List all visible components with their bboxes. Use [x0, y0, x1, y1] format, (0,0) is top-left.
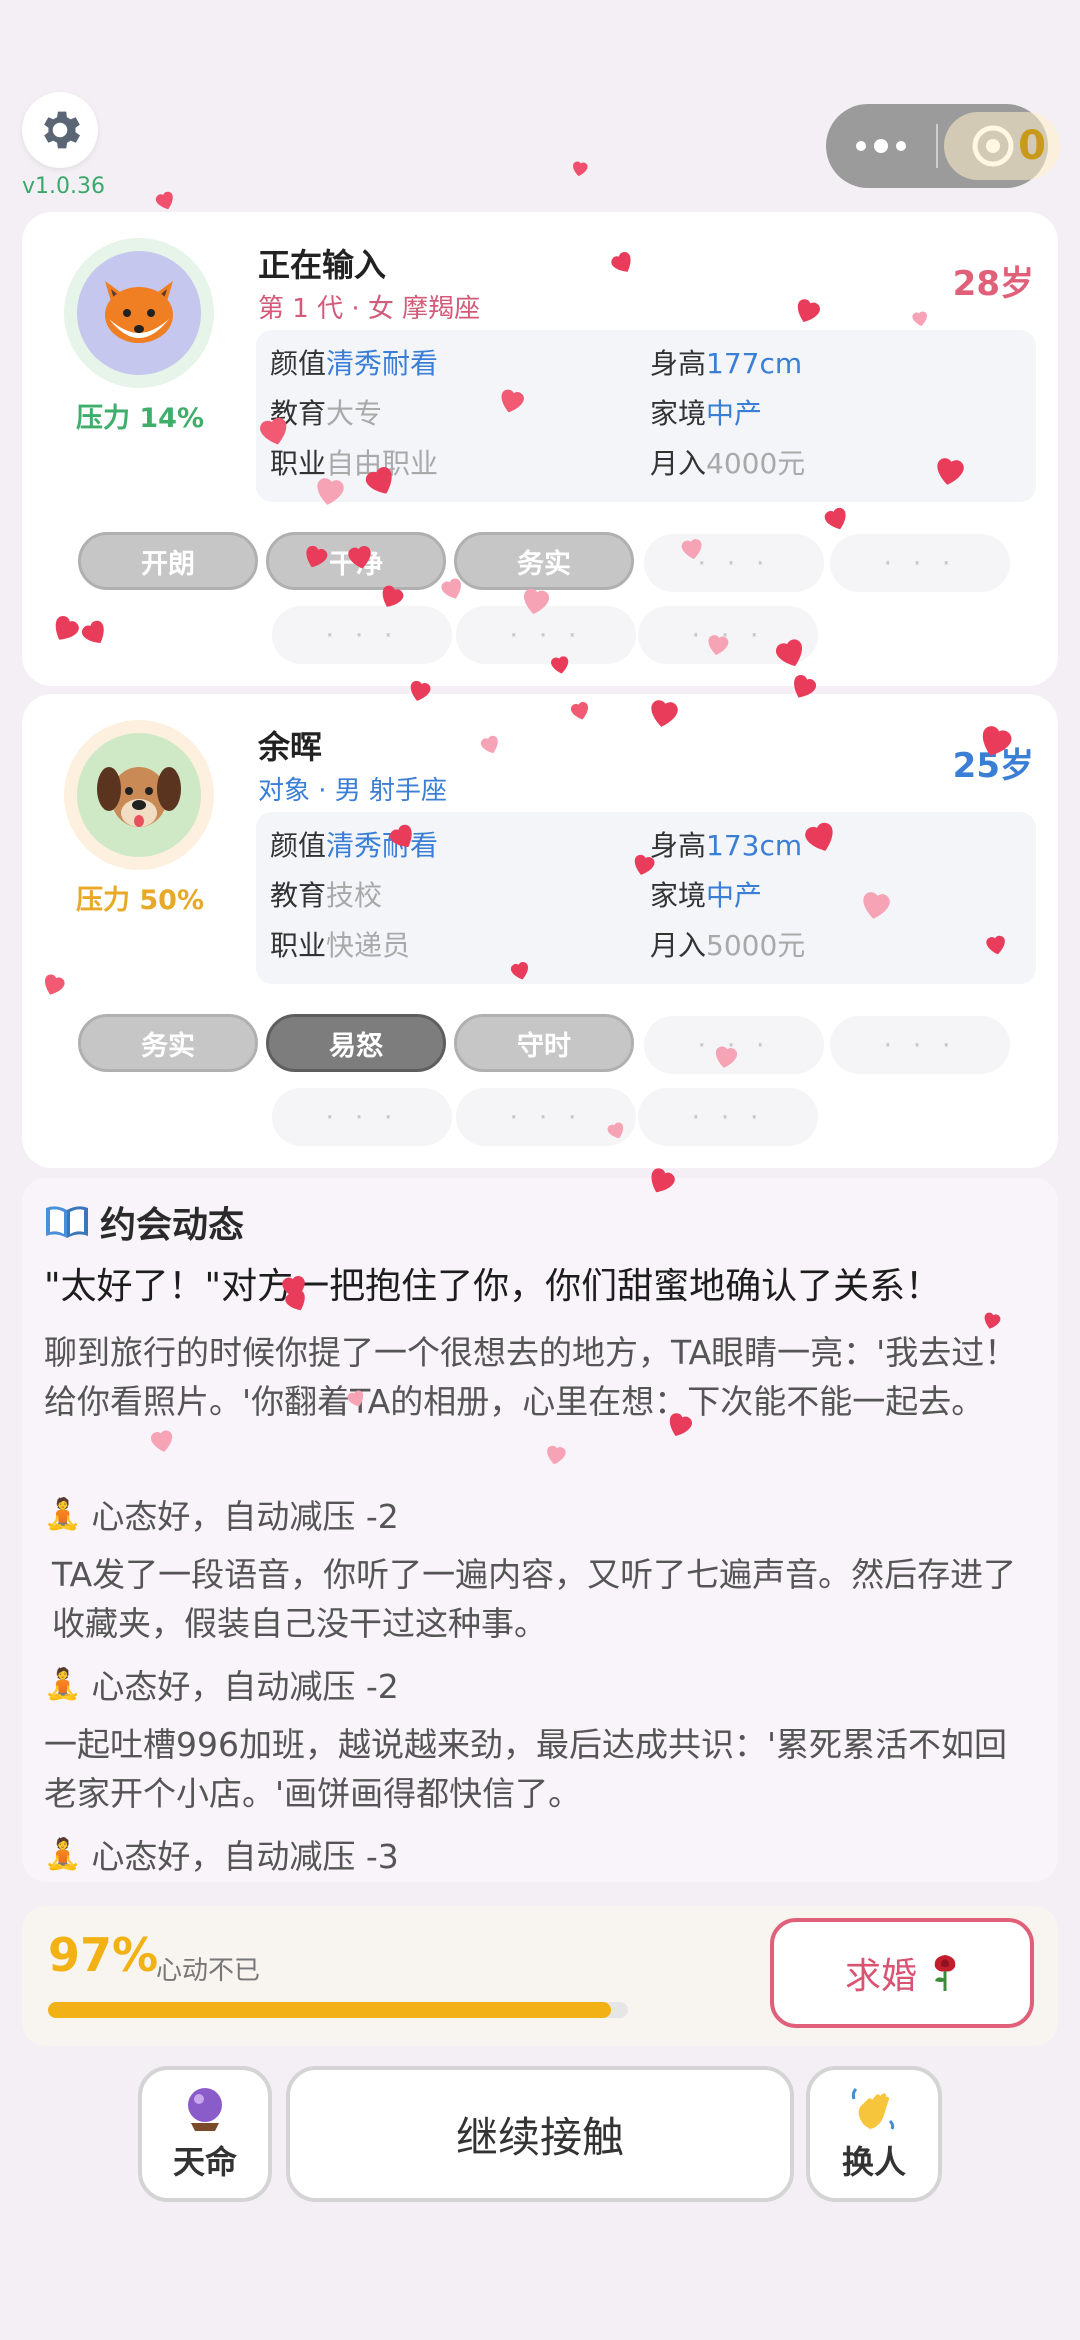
partner-trait-tag: 易怒	[266, 1014, 446, 1072]
partner-info-panel: 颜值清秀耐看 身高173cm 教育技校 家境中产 职业快递员 月入5000元	[256, 812, 1036, 984]
meditation-icon: 🧘	[44, 1496, 82, 1532]
self-family-row: 家境中产	[650, 397, 763, 430]
heart-icon	[715, 1046, 738, 1068]
self-trait-tag: 开朗	[78, 532, 258, 590]
heart-icon	[986, 935, 1005, 955]
waving-hand-icon	[851, 2087, 895, 2130]
empty-trait-slot: · · ·	[638, 1088, 818, 1146]
log-entry: 聊到旅行的时候你提了一个很想去的地方，TA眼睛一亮：'我去过！给你看照片。'你翻…	[44, 1333, 1018, 1421]
heart-icon	[348, 546, 371, 569]
self-job-row: 职业自由职业	[270, 447, 439, 480]
heart-icon	[681, 539, 702, 560]
settings-button[interactable]	[22, 92, 98, 168]
log-entry: 一起吐槽996加班，越说越来劲，最后达成共识：'累死累活不如回老家开个小店。'画…	[44, 1725, 1008, 1813]
empty-trait-slot: · · ·	[830, 1016, 1010, 1074]
partner-trait-tag: 守时	[454, 1014, 634, 1072]
log-note: 🧘 心态好，自动减压 -3	[44, 1836, 399, 1877]
heart-icon	[912, 311, 927, 327]
log-note: 🧘 心态好，自动减压 -2	[44, 1666, 399, 1707]
affection-label: 心动不已	[156, 1956, 261, 1986]
self-subtitle: 第 1 代 · 女 摩羯座	[258, 294, 481, 324]
affection-bar-fill	[48, 2002, 611, 2018]
version-label: v1.0.36	[22, 174, 105, 199]
heart-icon	[551, 656, 569, 674]
dog-icon	[97, 767, 181, 827]
self-name: 正在输入	[258, 246, 387, 284]
affection-bar	[48, 2002, 628, 2018]
heart-icon	[150, 1430, 173, 1452]
rose-icon	[934, 1955, 956, 1991]
self-looks-row: 颜值清秀耐看	[270, 347, 439, 380]
partner-height-row: 身高173cm	[650, 829, 803, 862]
propose-button[interactable]: 求婚	[770, 1918, 1034, 2028]
more-button[interactable]	[826, 104, 936, 188]
partner-card: 压力 50% 余晖 对象 · 男 射手座 25岁 颜值清秀耐看 身高173cm …	[22, 694, 1058, 1168]
partner-name: 余晖	[258, 728, 323, 766]
fox-icon	[105, 281, 173, 343]
coin-counter: 0	[944, 112, 1060, 180]
empty-trait-slot: · · ·	[272, 606, 452, 664]
heart-icon	[651, 700, 678, 727]
fate-button[interactable]: 天命	[138, 2066, 272, 2202]
partner-avatar	[77, 733, 201, 857]
partner-edu-row: 教育技校	[270, 879, 383, 912]
self-avatar	[77, 251, 201, 375]
log-main-event: "太好了！"对方一把抱住了你，你们甜蜜地确认了关系！	[44, 1266, 942, 1307]
heart-icon	[573, 161, 588, 177]
crystal-ball-icon	[188, 2088, 222, 2131]
gear-icon	[44, 111, 80, 149]
heart-icon	[937, 458, 964, 485]
partner-income-row: 月入5000元	[650, 929, 806, 962]
partner-job-row: 职业快递员	[270, 929, 411, 962]
self-income-row: 月入4000元	[650, 447, 806, 480]
swap-person-button[interactable]: 换人	[806, 2066, 942, 2202]
self-avatar-ring	[64, 238, 214, 388]
log-entry: TA发了一段语音，你听了一遍内容，又听了七遍声音。然后存进了收藏夹，假装自己没干…	[52, 1555, 1017, 1643]
log-title: 约会动态	[44, 1196, 244, 1248]
partner-subtitle: 对象 · 男 射手座	[258, 776, 448, 806]
partner-family-row: 家境中产	[650, 879, 763, 912]
self-age: 28岁	[952, 264, 1034, 304]
affection-percent: 97%	[48, 1928, 159, 1982]
log-note: 🧘 心态好，自动减压 -2	[44, 1496, 399, 1537]
empty-trait-slot: · · ·	[830, 534, 1010, 592]
heart-icon	[708, 635, 729, 656]
affection-panel: 97% 心动不已 求婚	[22, 1906, 1058, 2046]
coin-value: 0	[1018, 123, 1046, 169]
partner-pressure: 压力 50%	[75, 885, 205, 916]
partner-avatar-ring	[64, 720, 214, 870]
continue-contact-button[interactable]: 继续接触	[286, 2066, 794, 2202]
date-log-panel[interactable]: 约会动态 "太好了！"对方一把抱住了你，你们甜蜜地确认了关系！ 聊到旅行的时候你…	[22, 1178, 1058, 1882]
heart-icon	[317, 478, 344, 505]
meditation-icon: 🧘	[44, 1836, 82, 1872]
meditation-icon: 🧘	[44, 1666, 82, 1702]
heart-icon	[863, 892, 890, 919]
heart-icon	[524, 588, 550, 615]
empty-trait-slot: · · ·	[644, 534, 824, 592]
empty-trait-slot: · · ·	[272, 1088, 452, 1146]
open-book-icon	[46, 1206, 88, 1238]
self-pressure: 压力 14%	[75, 403, 205, 434]
partner-trait-tag: 务实	[78, 1014, 258, 1072]
heart-icon	[547, 1445, 566, 1465]
self-height-row: 身高177cm	[650, 347, 803, 380]
